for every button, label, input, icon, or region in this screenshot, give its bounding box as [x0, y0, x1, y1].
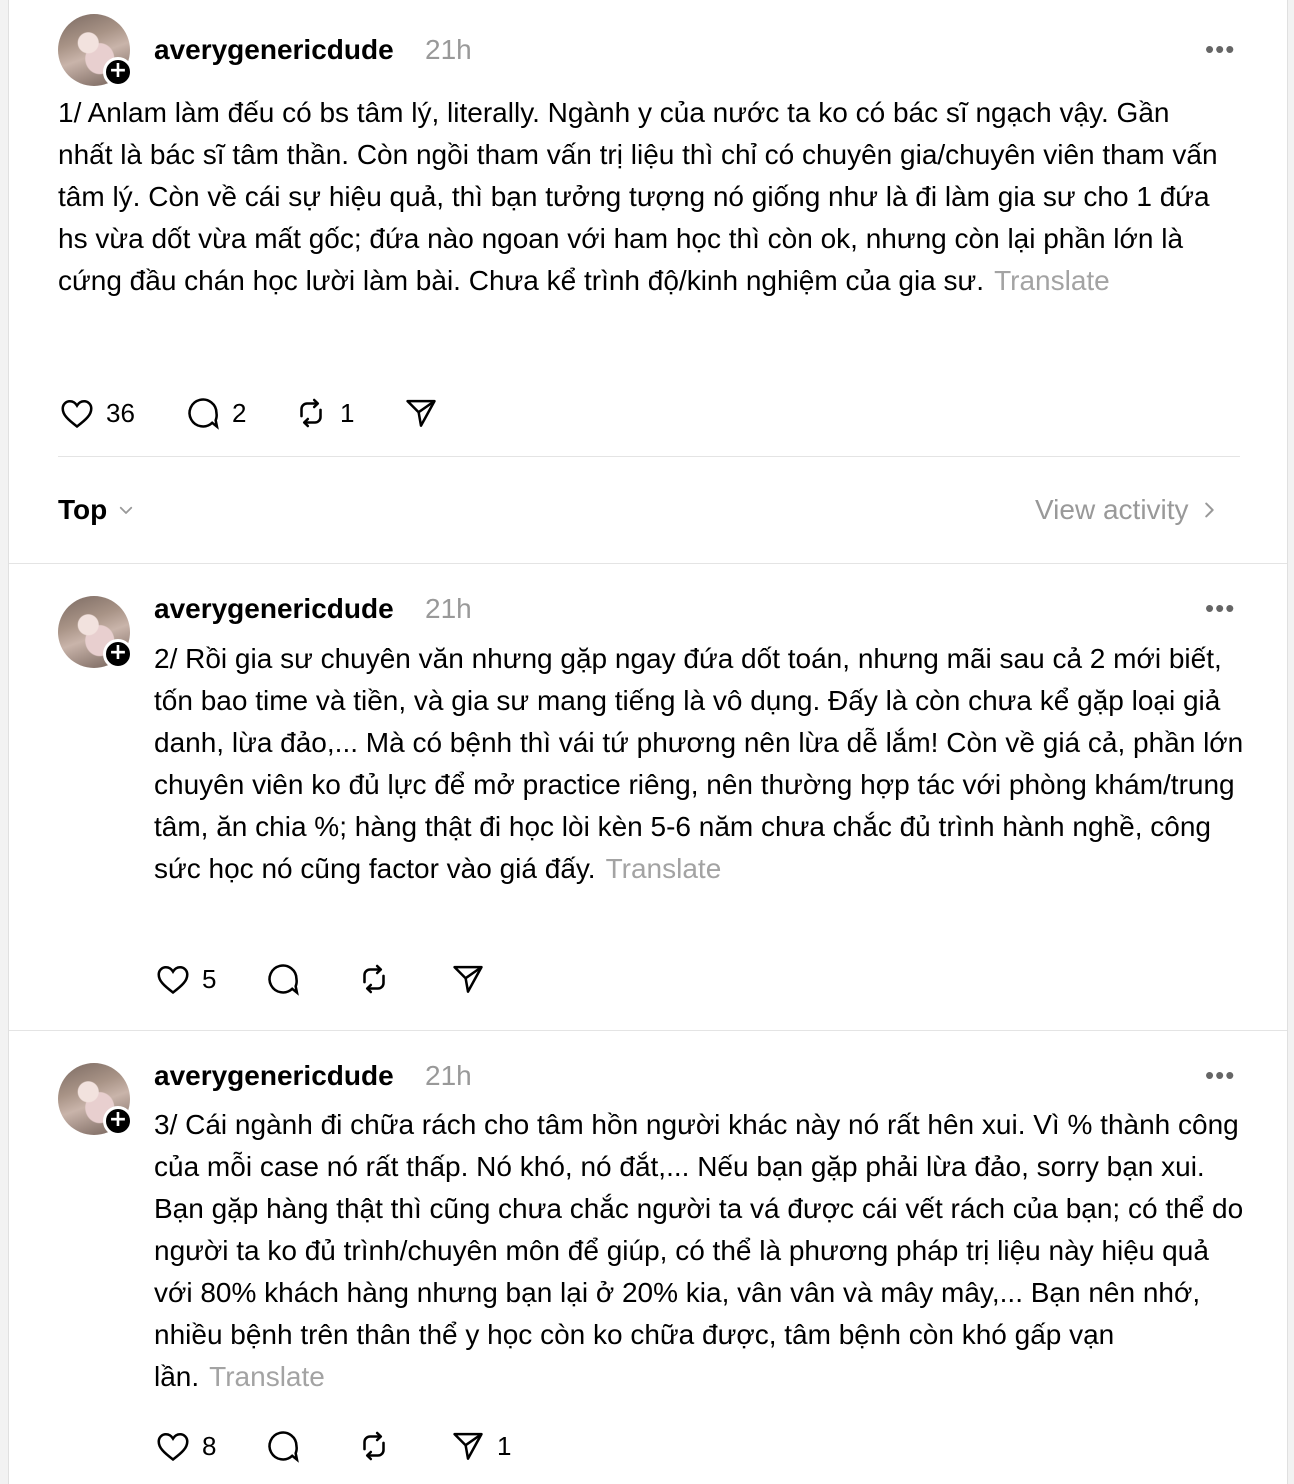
username[interactable]: averygenericdude — [154, 593, 394, 625]
share-count: 1 — [497, 1430, 512, 1461]
post-body: 3/ Cái ngành đi chữa rách cho tâm hồn ng… — [154, 1104, 1249, 1398]
like-count: 5 — [202, 963, 217, 994]
repost-icon — [363, 964, 385, 994]
comment-icon — [268, 1431, 299, 1463]
divider — [9, 1030, 1287, 1031]
divider — [58, 456, 1240, 457]
repost-icon — [300, 398, 322, 428]
repost-button[interactable] — [355, 960, 403, 998]
username[interactable]: averygenericdude — [154, 34, 394, 66]
share-icon — [453, 1432, 483, 1460]
like-button[interactable]: 36 — [58, 394, 135, 432]
heart-icon — [157, 966, 189, 995]
comment-icon — [188, 398, 219, 430]
like-button[interactable]: 8 — [154, 1427, 216, 1465]
timestamp[interactable]: 21h — [425, 593, 472, 625]
timestamp[interactable]: 21h — [425, 34, 472, 66]
view-activity-link[interactable]: View activity — [1035, 494, 1217, 526]
post-text: 2/ Rồi gia sư chuyên văn nhưng gặp ngay … — [154, 643, 1244, 884]
repost-icon — [363, 1431, 385, 1461]
like-count: 36 — [106, 397, 135, 428]
thread-panel: + averygenericdude 21h ••• 1/ Anlam làm … — [8, 0, 1288, 1484]
timestamp[interactable]: 21h — [425, 1060, 472, 1092]
repost-count: 1 — [340, 397, 355, 428]
more-icon[interactable]: ••• — [1205, 1062, 1235, 1088]
follow-plus-icon[interactable]: + — [103, 1106, 133, 1136]
share-button[interactable] — [449, 960, 497, 998]
translate-link[interactable]: Translate — [994, 265, 1110, 296]
post-body: 1/ Anlam làm đếu có bs tâm lý, literally… — [58, 92, 1228, 302]
reply-button[interactable]: 2 — [184, 394, 246, 432]
reply-count: 2 — [232, 397, 247, 428]
translate-link[interactable]: Translate — [606, 853, 722, 884]
divider — [9, 563, 1287, 564]
view-activity-label: View activity — [1035, 494, 1189, 525]
heart-icon — [61, 400, 93, 429]
sort-label: Top — [58, 494, 108, 525]
post-text: 3/ Cái ngành đi chữa rách cho tâm hồn ng… — [154, 1109, 1244, 1392]
follow-plus-icon[interactable]: + — [103, 639, 133, 669]
follow-plus-icon[interactable]: + — [103, 57, 133, 87]
more-icon[interactable]: ••• — [1205, 595, 1235, 621]
repost-button[interactable]: 1 — [292, 394, 354, 432]
chevron-right-icon — [1204, 502, 1214, 518]
like-count: 8 — [202, 1430, 217, 1461]
more-icon[interactable]: ••• — [1205, 36, 1235, 62]
username[interactable]: averygenericdude — [154, 1060, 394, 1092]
heart-icon — [157, 1433, 189, 1462]
translate-link[interactable]: Translate — [209, 1361, 325, 1392]
comment-icon — [268, 964, 299, 996]
share-icon — [453, 965, 483, 993]
sort-dropdown[interactable]: Top — [58, 494, 135, 526]
share-button[interactable] — [402, 394, 450, 432]
reply-button[interactable] — [264, 960, 312, 998]
repost-button[interactable] — [355, 1427, 403, 1465]
post-body: 2/ Rồi gia sư chuyên văn nhưng gặp ngay … — [154, 638, 1244, 890]
reply-button[interactable] — [264, 1427, 312, 1465]
chevron-down-icon — [120, 506, 133, 514]
share-button[interactable]: 1 — [449, 1427, 511, 1465]
like-button[interactable]: 5 — [154, 960, 216, 998]
share-icon — [406, 399, 436, 427]
